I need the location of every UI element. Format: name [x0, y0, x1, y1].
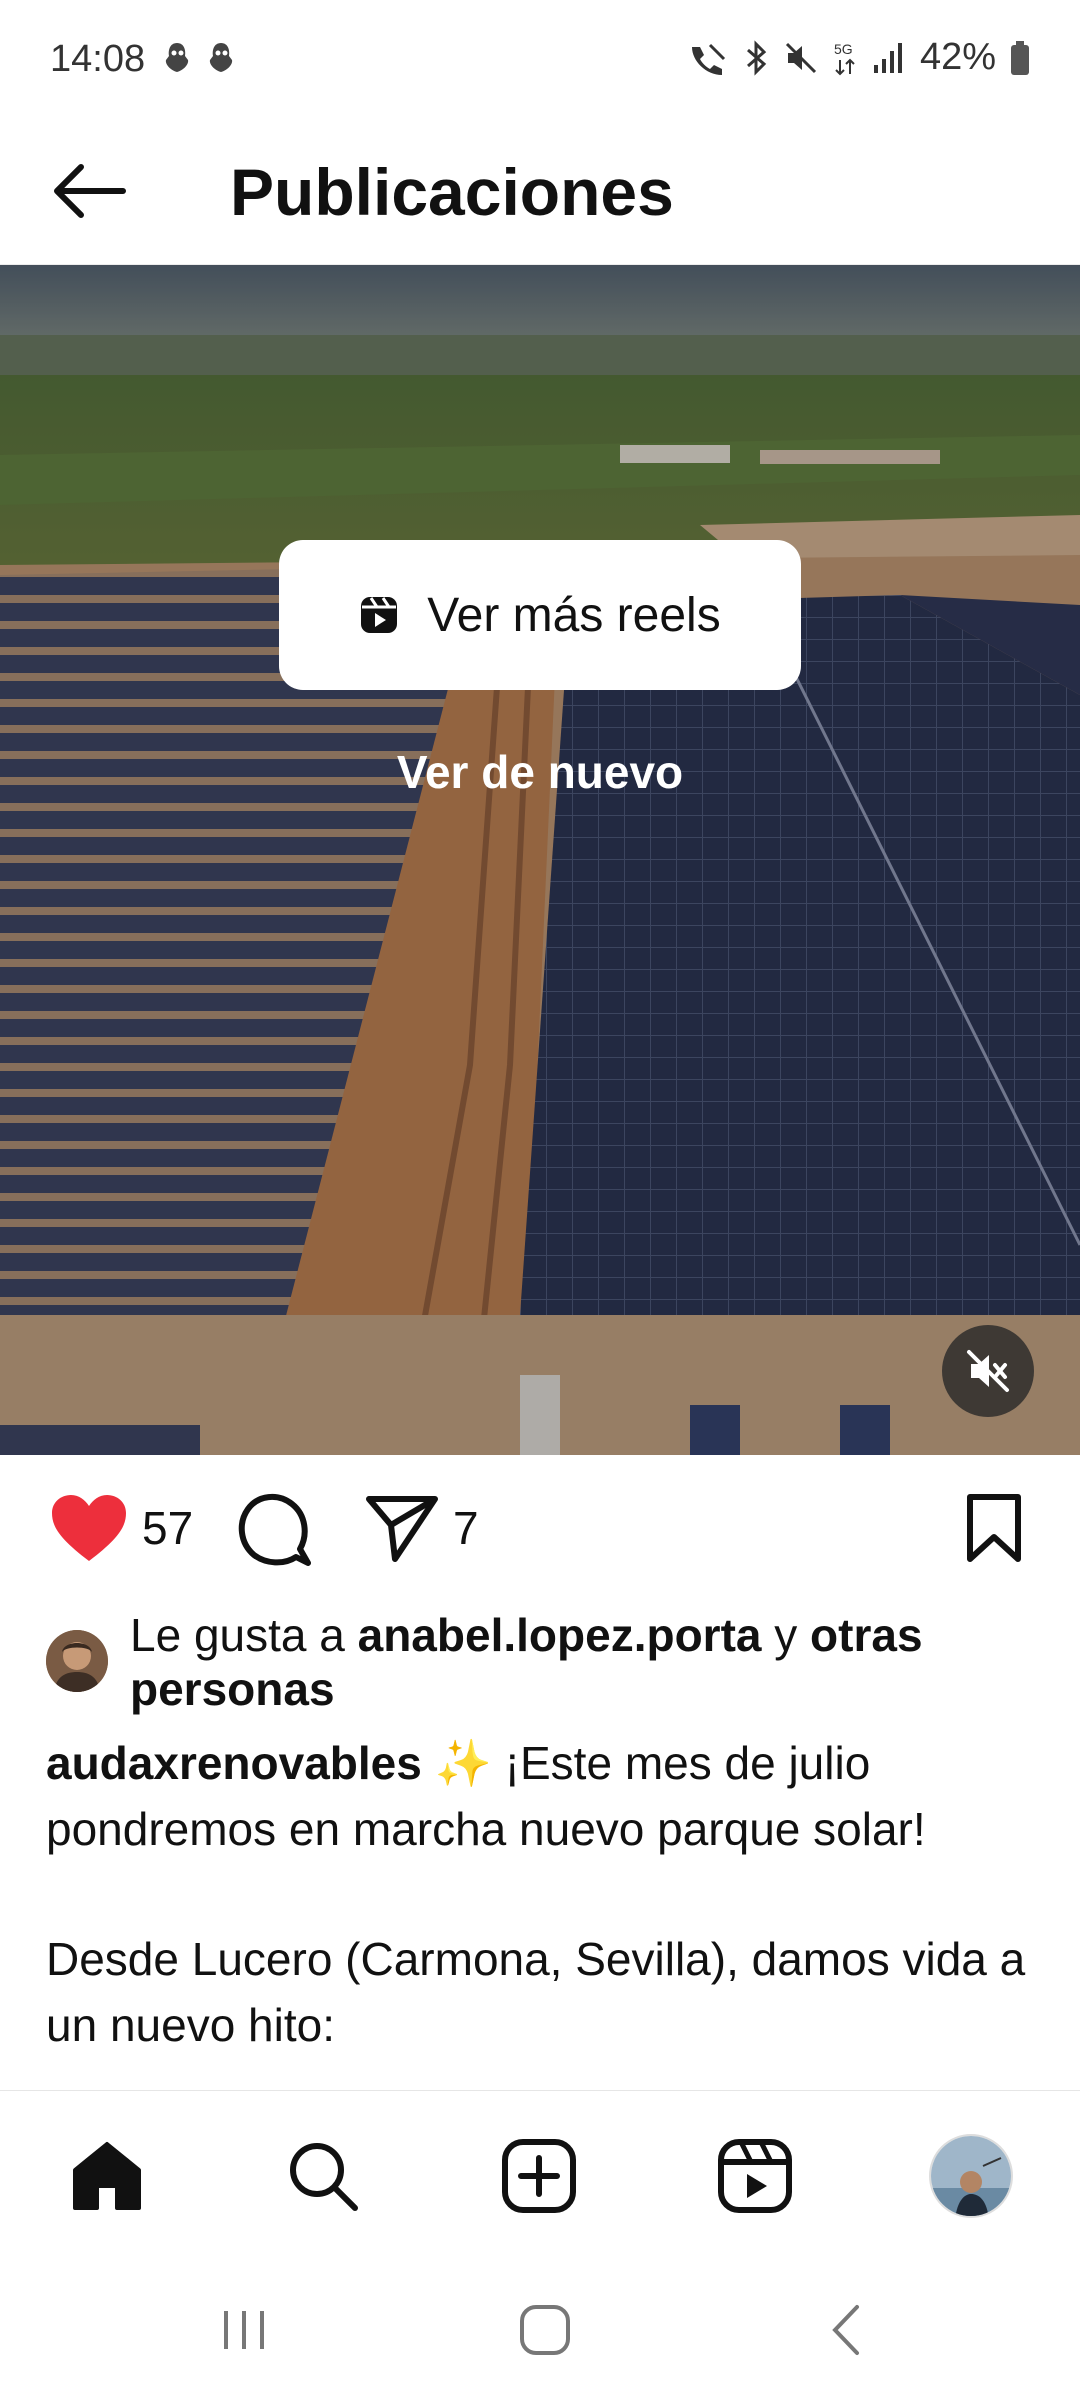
status-time: 14:08 [50, 38, 146, 80]
profile-avatar [929, 2134, 1013, 2218]
save-button[interactable] [964, 1493, 1024, 1563]
mute-status-icon [785, 42, 816, 73]
liked-by-prefix: Le gusta a [130, 1609, 358, 1661]
app-header: Publicaciones [0, 120, 1080, 265]
post-actions: 57 7 [0, 1455, 1080, 1605]
more-reels-label: Ver más reels [427, 588, 721, 642]
liked-by-user[interactable]: anabel.lopez.porta [358, 1609, 762, 1661]
system-recents-button[interactable] [200, 2290, 290, 2370]
chevron-left-icon [832, 2305, 859, 2355]
home-circle-icon [520, 2305, 570, 2355]
media-overlay [0, 265, 1080, 1455]
nav-search[interactable] [278, 2131, 368, 2221]
back-button[interactable] [44, 146, 134, 236]
status-right: 5G 42% [688, 36, 1030, 79]
nav-reels[interactable] [710, 2131, 800, 2221]
comment-icon [238, 1494, 311, 1566]
bookmark-icon [967, 1494, 1021, 1562]
bluetooth-icon [746, 39, 767, 76]
nav-profile[interactable] [926, 2131, 1016, 2221]
sparkles-emoji: ✨ [434, 1737, 492, 1789]
system-nav [0, 2250, 1080, 2400]
volume-muted-icon [967, 1350, 1009, 1392]
svg-text:5G: 5G [834, 41, 853, 57]
status-bar: 14:08 5G 42% [0, 0, 1080, 120]
more-reels-button[interactable]: Ver más reels [279, 540, 801, 690]
share-count: 7 [453, 1502, 479, 1554]
avatar-image [46, 1630, 108, 1692]
notification-icon [165, 43, 189, 72]
bottom-nav [0, 2090, 1080, 2250]
network-5g-icon: 5G [834, 41, 855, 75]
page-title: Publicaciones [230, 155, 674, 229]
reel-media[interactable]: Ver más reels Ver de nuevo [0, 265, 1080, 1455]
signal-icon [873, 42, 902, 73]
liked-by-text: Le gusta a anabel.lopez.porta y otras pe… [130, 1608, 1046, 1716]
notification-icons [162, 40, 236, 76]
caption-line2: Desde Lucero (Carmona, Sevilla), damos v… [46, 1933, 1026, 2051]
system-back-button[interactable] [800, 2290, 890, 2370]
liker-avatar[interactable] [46, 1630, 108, 1692]
avatar-image [931, 2136, 1011, 2216]
battery-level: 42% [919, 36, 996, 78]
send-icon [366, 1496, 438, 1562]
heart-filled-icon [52, 1495, 126, 1561]
like-count: 57 [142, 1502, 194, 1554]
home-icon [73, 2142, 141, 2210]
caption-username[interactable]: audaxrenovables [46, 1737, 422, 1789]
battery-icon [1011, 40, 1029, 75]
wifi-calling-icon [691, 43, 725, 75]
recents-icon [224, 2311, 264, 2349]
system-home-button[interactable] [500, 2290, 590, 2370]
comment-button[interactable] [238, 1493, 312, 1567]
share-button[interactable]: 7 [365, 1493, 479, 1563]
replay-button[interactable]: Ver de nuevo [0, 745, 1080, 799]
plus-square-icon [502, 2139, 576, 2213]
liked-by[interactable]: Le gusta a anabel.lopez.porta y otras pe… [46, 1608, 1046, 1716]
mute-toggle-button[interactable] [942, 1325, 1034, 1417]
search-icon [290, 2143, 358, 2211]
reels-icon [718, 2139, 792, 2213]
arrow-left-icon [54, 164, 126, 218]
reels-icon [361, 597, 398, 633]
like-button[interactable]: 57 [50, 1493, 193, 1563]
nav-create[interactable] [494, 2131, 584, 2221]
notification-icon [209, 43, 233, 72]
liked-by-middle: y [761, 1609, 811, 1661]
post-caption: audaxrenovables ✨ ¡Este mes de julio pon… [46, 1730, 1046, 2058]
nav-home[interactable] [62, 2131, 152, 2221]
caption-line1-paragraph: audaxrenovables ✨ ¡Este mes de julio pon… [46, 1730, 1046, 1862]
